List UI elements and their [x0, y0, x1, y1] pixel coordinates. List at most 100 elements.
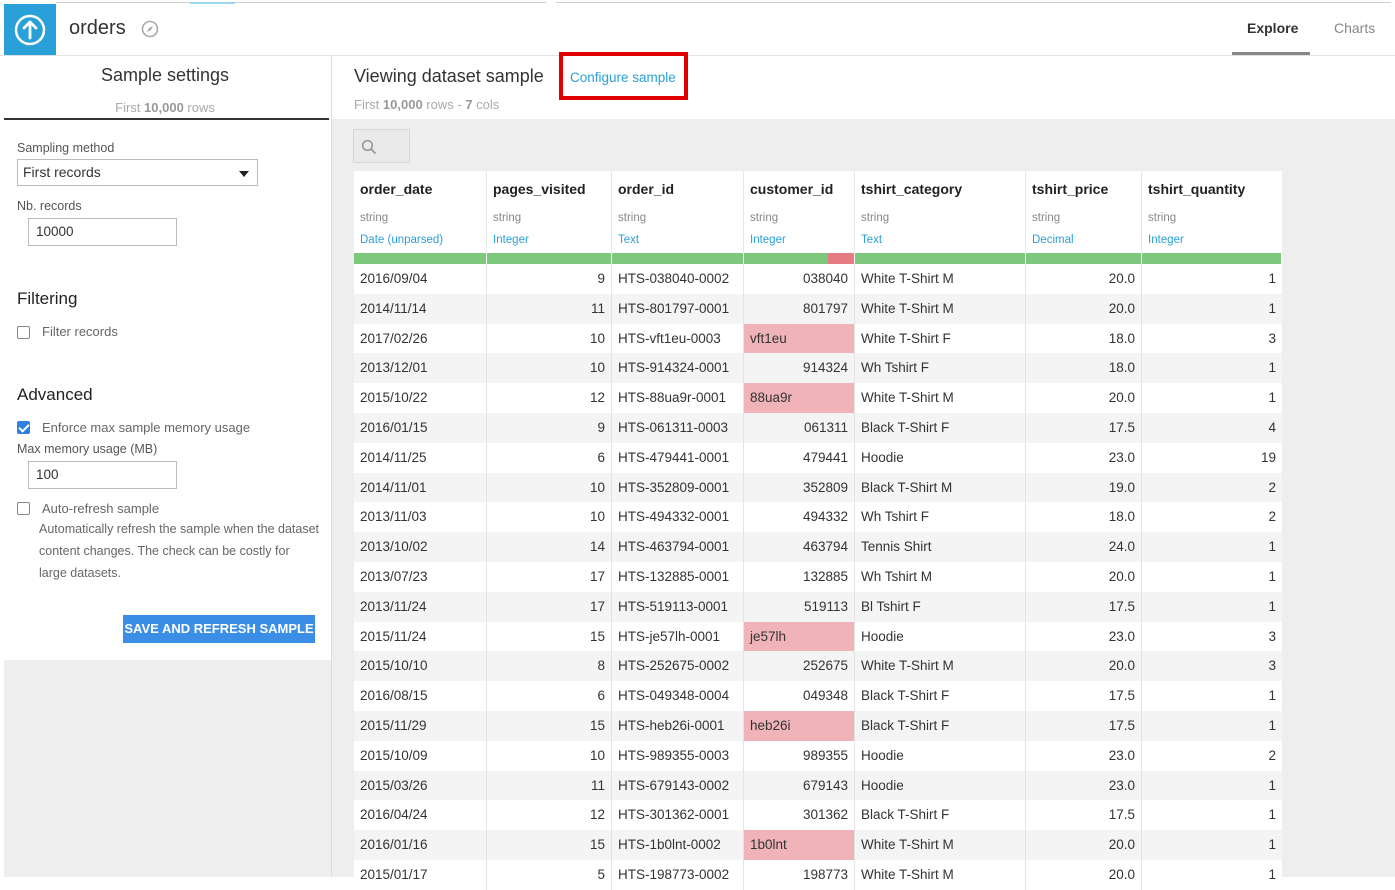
- table-cell[interactable]: 23.0: [1026, 621, 1142, 652]
- table-cell[interactable]: 049348: [744, 681, 855, 711]
- table-cell[interactable]: Hoodie: [855, 740, 1026, 771]
- table-cell[interactable]: 6: [487, 442, 612, 473]
- table-cell[interactable]: HTS-479441-0001: [612, 442, 744, 473]
- dataset-name[interactable]: orders: [69, 17, 126, 40]
- table-row[interactable]: 2015/11/29 15 HTS-heb26i-0001 heb26i Black T…: [354, 710, 1282, 741]
- column-meaning[interactable]: Date (unparsed): [360, 234, 443, 246]
- table-cell[interactable]: 038040: [744, 264, 855, 294]
- table-cell[interactable]: 2016/01/16: [354, 830, 487, 860]
- table-cell[interactable]: Wh Tshirt M: [855, 561, 1026, 592]
- table-cell[interactable]: 18.0: [1026, 323, 1142, 354]
- table-cell[interactable]: 23.0: [1026, 740, 1142, 771]
- table-cell[interactable]: 2016/01/15: [354, 412, 487, 443]
- auto-refresh-label[interactable]: Auto-refresh sample: [42, 501, 159, 516]
- table-cell[interactable]: 2016/04/24: [354, 800, 487, 831]
- table-cell[interactable]: 2015/10/10: [354, 651, 487, 682]
- table-cell[interactable]: 2015/11/29: [354, 710, 487, 741]
- table-row[interactable]: 2015/03/26 11 HTS-679143-0002 679143 Hoodie 2…: [354, 770, 1282, 801]
- column-storage-type[interactable]: string: [360, 212, 388, 224]
- table-cell[interactable]: 1: [1142, 830, 1282, 860]
- table-row[interactable]: 2013/12/01 10 HTS-914324-0001 914324 Wh Tshi…: [354, 353, 1282, 384]
- table-cell[interactable]: HTS-679143-0002: [612, 770, 744, 801]
- table-cell[interactable]: 2: [1142, 473, 1282, 503]
- table-cell[interactable]: 1: [1142, 294, 1282, 324]
- table-cell[interactable]: 252675: [744, 651, 855, 682]
- column-meaning[interactable]: Integer: [493, 234, 529, 246]
- column-name[interactable]: customer_id: [750, 181, 833, 197]
- table-cell[interactable]: 17.5: [1026, 681, 1142, 711]
- column-name[interactable]: tshirt_quantity: [1148, 181, 1245, 197]
- column-storage-type[interactable]: string: [861, 212, 889, 224]
- table-cell[interactable]: 12: [487, 800, 612, 831]
- table-cell[interactable]: 2016/08/15: [354, 681, 487, 711]
- table-cell[interactable]: 2013/07/23: [354, 561, 487, 592]
- table-cell[interactable]: HTS-132885-0001: [612, 561, 744, 592]
- table-cell[interactable]: 10: [487, 502, 612, 533]
- table-cell[interactable]: White T-Shirt M: [855, 383, 1026, 413]
- table-cell[interactable]: 1: [1142, 711, 1282, 741]
- table-cell[interactable]: 2015/03/26: [354, 770, 487, 801]
- column-quality-bar[interactable]: [354, 253, 487, 264]
- table-cell[interactable]: Tennis Shirt: [855, 532, 1026, 562]
- table-cell[interactable]: 8: [487, 651, 612, 682]
- table-cell[interactable]: HTS-049348-0004: [612, 681, 744, 711]
- table-cell[interactable]: 2015/11/24: [354, 621, 487, 652]
- table-row[interactable]: 2015/10/10 8 HTS-252675-0002 252675 White T-…: [354, 651, 1282, 682]
- table-cell[interactable]: Black T-Shirt F: [855, 800, 1026, 831]
- column-quality-bar[interactable]: [1142, 253, 1282, 264]
- table-cell[interactable]: 1: [1142, 532, 1282, 562]
- table-cell[interactable]: 679143: [744, 770, 855, 801]
- table-cell[interactable]: 19.0: [1026, 472, 1142, 503]
- column-meaning[interactable]: Decimal: [1032, 234, 1074, 246]
- column-header-customer-id[interactable]: customer_id string Integer: [744, 171, 855, 253]
- column-meaning[interactable]: Text: [618, 234, 639, 246]
- table-cell[interactable]: 4: [1142, 413, 1282, 443]
- table-cell[interactable]: 519113: [744, 591, 855, 622]
- table-cell[interactable]: 14: [487, 532, 612, 562]
- column-header-order-id[interactable]: order_id string Text: [612, 171, 744, 253]
- table-cell[interactable]: 2: [1142, 502, 1282, 532]
- column-storage-type[interactable]: string: [750, 212, 778, 224]
- table-cell[interactable]: Black T-Shirt M: [855, 472, 1026, 503]
- table-cell[interactable]: White T-Shirt M: [855, 651, 1026, 682]
- table-cell[interactable]: White T-Shirt M: [855, 293, 1026, 324]
- sampling-method-select[interactable]: First records: [17, 159, 258, 186]
- table-cell[interactable]: 20.0: [1026, 830, 1142, 860]
- table-cell[interactable]: 801797: [744, 293, 855, 324]
- table-cell[interactable]: 15: [487, 621, 612, 652]
- table-cell[interactable]: 15: [487, 830, 612, 860]
- table-cell[interactable]: 9: [487, 264, 612, 294]
- table-cell[interactable]: White T-Shirt M: [855, 859, 1026, 890]
- tab-charts[interactable]: Charts: [1334, 20, 1375, 36]
- nb-records-input[interactable]: 10000: [28, 218, 177, 246]
- table-cell[interactable]: 301362: [744, 800, 855, 831]
- table-cell[interactable]: 2013/10/02: [354, 532, 487, 562]
- table-row[interactable]: 2014/11/14 11 HTS-801797-0001 801797 White T…: [354, 293, 1282, 324]
- table-cell-invalid[interactable]: 1b0lnt: [744, 830, 855, 860]
- table-cell[interactable]: 20.0: [1026, 264, 1142, 294]
- table-cell[interactable]: 17.5: [1026, 800, 1142, 831]
- column-storage-type[interactable]: string: [1148, 212, 1176, 224]
- table-cell[interactable]: White T-Shirt M: [855, 830, 1026, 860]
- table-cell[interactable]: 17.5: [1026, 710, 1142, 741]
- table-cell[interactable]: 10: [487, 472, 612, 503]
- table-cell[interactable]: 24.0: [1026, 532, 1142, 562]
- column-header-tshirt-category[interactable]: tshirt_category string Text: [855, 171, 1026, 253]
- save-and-refresh-button[interactable]: SAVE AND REFRESH SAMPLE: [123, 615, 315, 643]
- table-cell[interactable]: 20.0: [1026, 859, 1142, 890]
- table-row[interactable]: 2015/10/09 10 HTS-989355-0003 989355 Hoodie 2…: [354, 740, 1282, 771]
- table-cell[interactable]: 1: [1142, 592, 1282, 622]
- table-row[interactable]: 2014/11/01 10 HTS-352809-0001 352809 Black T…: [354, 472, 1282, 503]
- table-cell[interactable]: 20.0: [1026, 383, 1142, 413]
- table-row[interactable]: 2015/11/24 15 HTS-je57lh-0001 je57lh Hoodie 2…: [354, 621, 1282, 652]
- table-cell[interactable]: 2014/11/01: [354, 472, 487, 503]
- table-cell[interactable]: 2014/11/25: [354, 442, 487, 473]
- column-storage-type[interactable]: string: [618, 212, 646, 224]
- table-cell[interactable]: Black T-Shirt F: [855, 710, 1026, 741]
- column-name[interactable]: tshirt_category: [861, 181, 962, 197]
- table-cell[interactable]: 2015/01/17: [354, 859, 487, 890]
- table-cell[interactable]: 494332: [744, 502, 855, 533]
- table-cell[interactable]: 989355: [744, 740, 855, 771]
- table-cell[interactable]: 17: [487, 561, 612, 592]
- table-cell-invalid[interactable]: 88ua9r: [744, 383, 855, 413]
